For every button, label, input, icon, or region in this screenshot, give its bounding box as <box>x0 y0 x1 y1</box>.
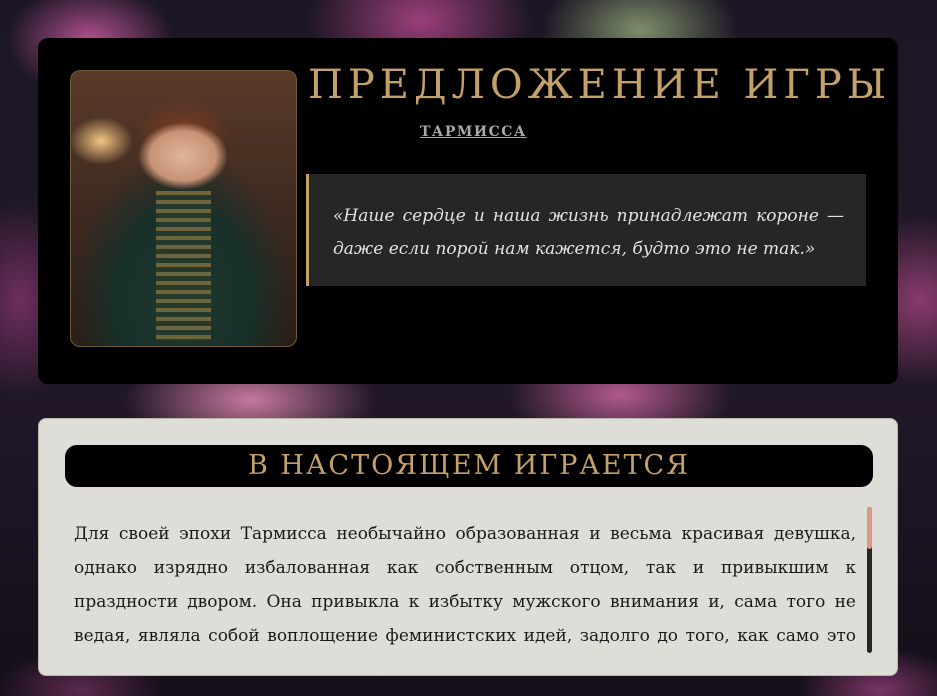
scrollbar[interactable] <box>867 507 872 653</box>
section-title: В НАСТОЯЩЕМ ИГРАЕТСЯ <box>65 445 873 487</box>
description-text: Для своей эпохи Тармисса необычайно обра… <box>74 524 856 646</box>
game-offer-card: ПРЕДЛОЖЕНИЕ ИГРЫ ТАРМИССА «Наше сердце и… <box>38 38 898 384</box>
now-playing-card: В НАСТОЯЩЕМ ИГРАЕТСЯ Для своей эпохи Тар… <box>38 418 898 676</box>
scrollbar-thumb[interactable] <box>867 507 872 549</box>
character-portrait <box>70 70 297 347</box>
quote-block: «Наше сердце и наша жизнь принадлежат ко… <box>306 174 866 286</box>
dress-embroidery <box>156 191 211 341</box>
character-name-link[interactable]: ТАРМИССА <box>420 124 527 140</box>
page-title: ПРЕДЛОЖЕНИЕ ИГРЫ <box>308 62 892 108</box>
quote-text: «Наше сердце и наша жизнь принадлежат ко… <box>333 206 844 259</box>
